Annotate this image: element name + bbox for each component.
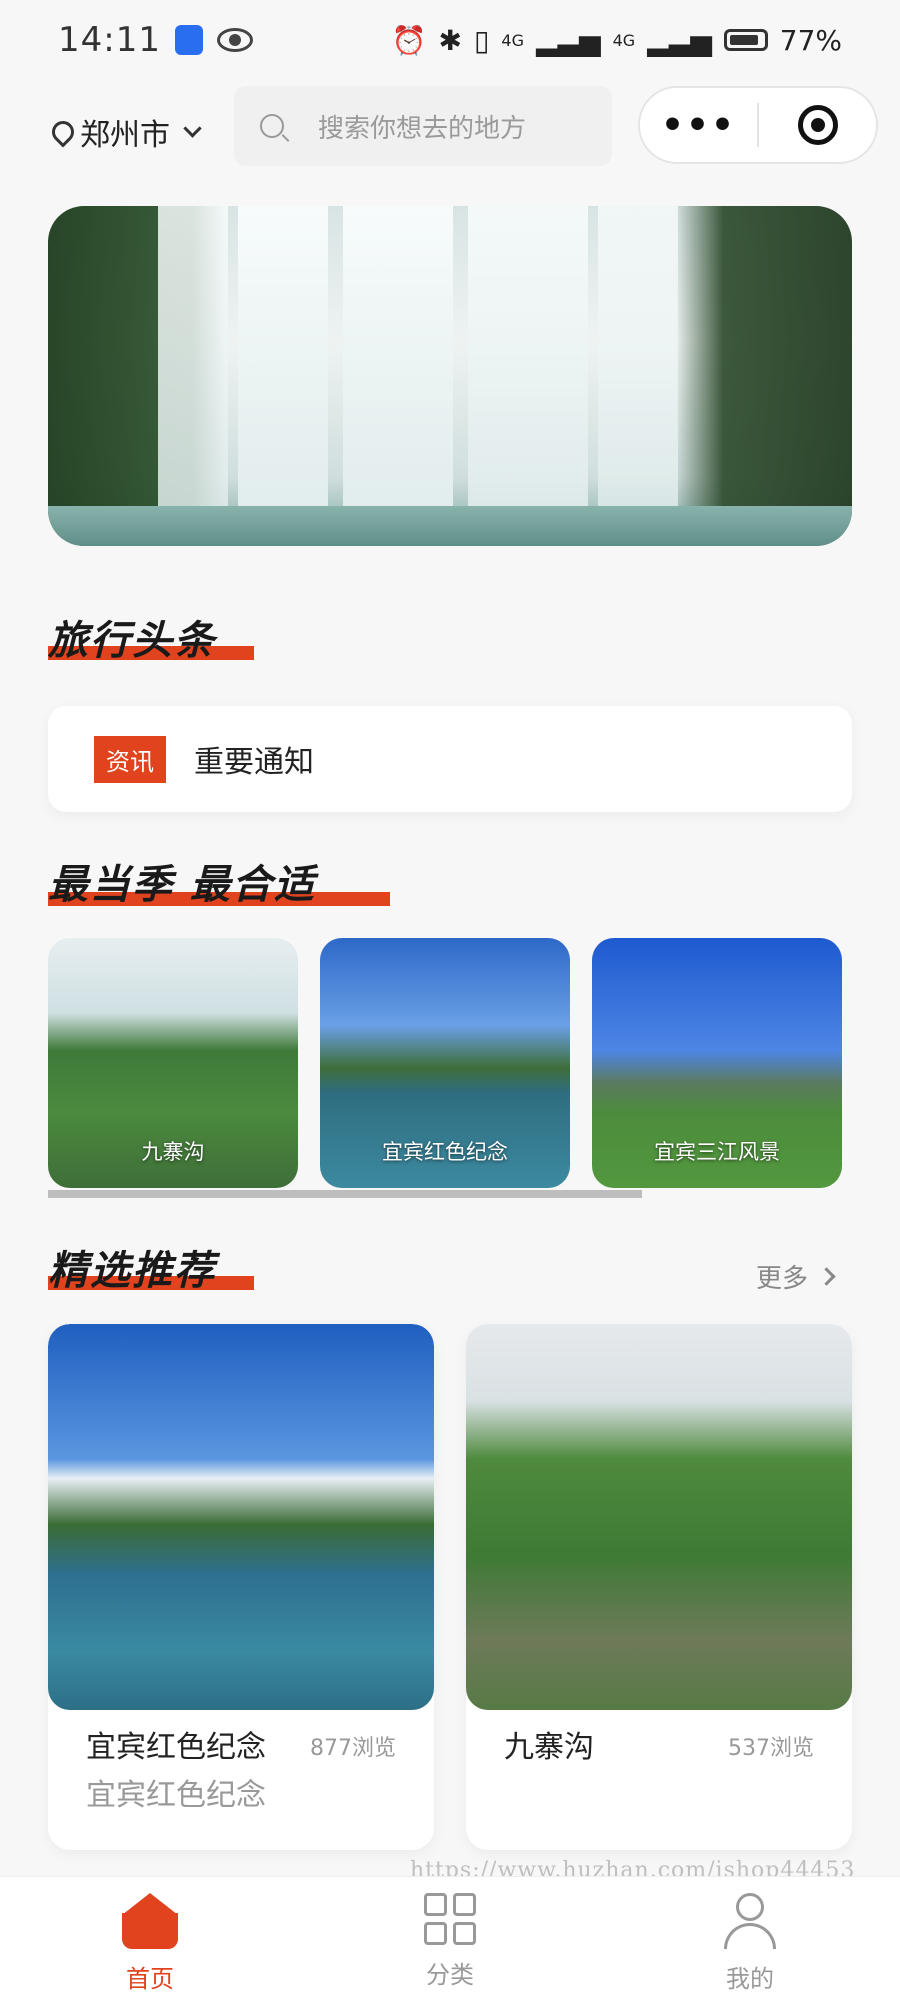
home-icon bbox=[122, 1893, 178, 1949]
location-pin-icon bbox=[47, 116, 79, 148]
tab-profile-label: 我的 bbox=[726, 1965, 774, 1993]
tab-profile[interactable]: 我的 bbox=[600, 1877, 900, 2001]
tab-home[interactable]: 首页 bbox=[0, 1877, 300, 2001]
more-link[interactable]: 更多 bbox=[756, 1258, 836, 1295]
featured-card-subtitle: 宜宾红色纪念 bbox=[86, 1778, 266, 1813]
search-icon bbox=[260, 114, 284, 138]
featured-card-title: 宜宾红色纪念 bbox=[86, 1730, 266, 1765]
status-right: ⏰ ✱ ▯ 4G ▂▃▅ 4G ▂▃▅ 77% bbox=[392, 24, 842, 57]
more-label: 更多 bbox=[756, 1264, 809, 1294]
grid-icon bbox=[424, 1893, 476, 1945]
bluetooth-icon: ✱ bbox=[438, 23, 462, 57]
featured-card-views: 537浏览 bbox=[728, 1736, 814, 1761]
city-name: 郑州市 bbox=[80, 118, 170, 153]
season-card[interactable]: 宜宾三江风景 bbox=[592, 938, 842, 1188]
featured-card-title: 九寨沟 bbox=[504, 1730, 594, 1765]
vibrate-icon: ▯ bbox=[473, 23, 490, 57]
tab-category-label: 分类 bbox=[426, 1961, 474, 1989]
travel-news-title: 旅行头条 bbox=[48, 618, 216, 664]
city-selector[interactable]: 郑州市 bbox=[47, 110, 202, 154]
featured-card-image bbox=[48, 1324, 434, 1710]
more-menu-icon[interactable]: ••• bbox=[640, 105, 757, 146]
featured-title: 精选推荐 bbox=[48, 1248, 216, 1294]
news-text: 重要通知 bbox=[194, 745, 314, 780]
search-bar[interactable]: 搜索你想去的地方 bbox=[234, 86, 612, 166]
status-bar: 14:11 ⏰ ✱ ▯ 4G ▂▃▅ 4G ▂▃▅ 77% bbox=[0, 0, 900, 80]
status-time: 14:11 bbox=[58, 20, 161, 60]
battery-icon bbox=[723, 29, 768, 51]
season-card[interactable]: 宜宾红色纪念 bbox=[320, 938, 570, 1188]
horizontal-scrollbar[interactable] bbox=[48, 1190, 642, 1198]
season-card-label: 九寨沟 bbox=[141, 1140, 205, 1164]
tab-home-label: 首页 bbox=[126, 1965, 174, 1993]
news-tag: 资讯 bbox=[94, 735, 166, 783]
chevron-down-icon bbox=[183, 118, 202, 138]
featured-card-views: 877浏览 bbox=[310, 1736, 396, 1761]
network-type-1: 4G bbox=[501, 30, 524, 50]
battery-percent: 77% bbox=[779, 23, 842, 57]
status-left: 14:11 bbox=[58, 20, 253, 60]
season-card[interactable]: 九寨沟 bbox=[48, 938, 298, 1188]
network-type-2: 4G bbox=[612, 30, 636, 50]
featured-card[interactable]: 九寨沟 537浏览 bbox=[466, 1324, 852, 1850]
season-card-label: 宜宾红色纪念 bbox=[382, 1140, 508, 1164]
user-icon bbox=[724, 1893, 776, 1949]
target-icon bbox=[797, 105, 838, 145]
search-placeholder: 搜索你想去的地方 bbox=[318, 113, 527, 144]
shield-icon bbox=[174, 25, 203, 55]
alarm-icon: ⏰ bbox=[391, 23, 427, 57]
featured-card-image bbox=[466, 1324, 852, 1710]
top-header: 郑州市 搜索你想去的地方 ••• bbox=[0, 86, 900, 176]
season-card-label: 宜宾三江风景 bbox=[654, 1140, 780, 1164]
miniprogram-capsule: ••• bbox=[638, 86, 878, 164]
signal-icon-1: ▂▃▅ bbox=[535, 23, 601, 57]
bottom-tab-bar: 首页 分类 我的 bbox=[0, 1876, 900, 2001]
featured-card[interactable]: 宜宾红色纪念 877浏览 宜宾红色纪念 bbox=[48, 1324, 434, 1850]
close-miniprogram-button[interactable] bbox=[759, 105, 876, 145]
chevron-right-icon bbox=[817, 1267, 836, 1286]
tab-category[interactable]: 分类 bbox=[300, 1877, 600, 2001]
news-item[interactable]: 资讯 重要通知 bbox=[48, 706, 852, 812]
season-title: 最当季 最合适 bbox=[48, 862, 316, 908]
signal-icon-2: ▂▃▅ bbox=[647, 23, 712, 57]
hero-banner-waterfall[interactable] bbox=[48, 206, 852, 546]
eye-icon bbox=[216, 28, 253, 52]
